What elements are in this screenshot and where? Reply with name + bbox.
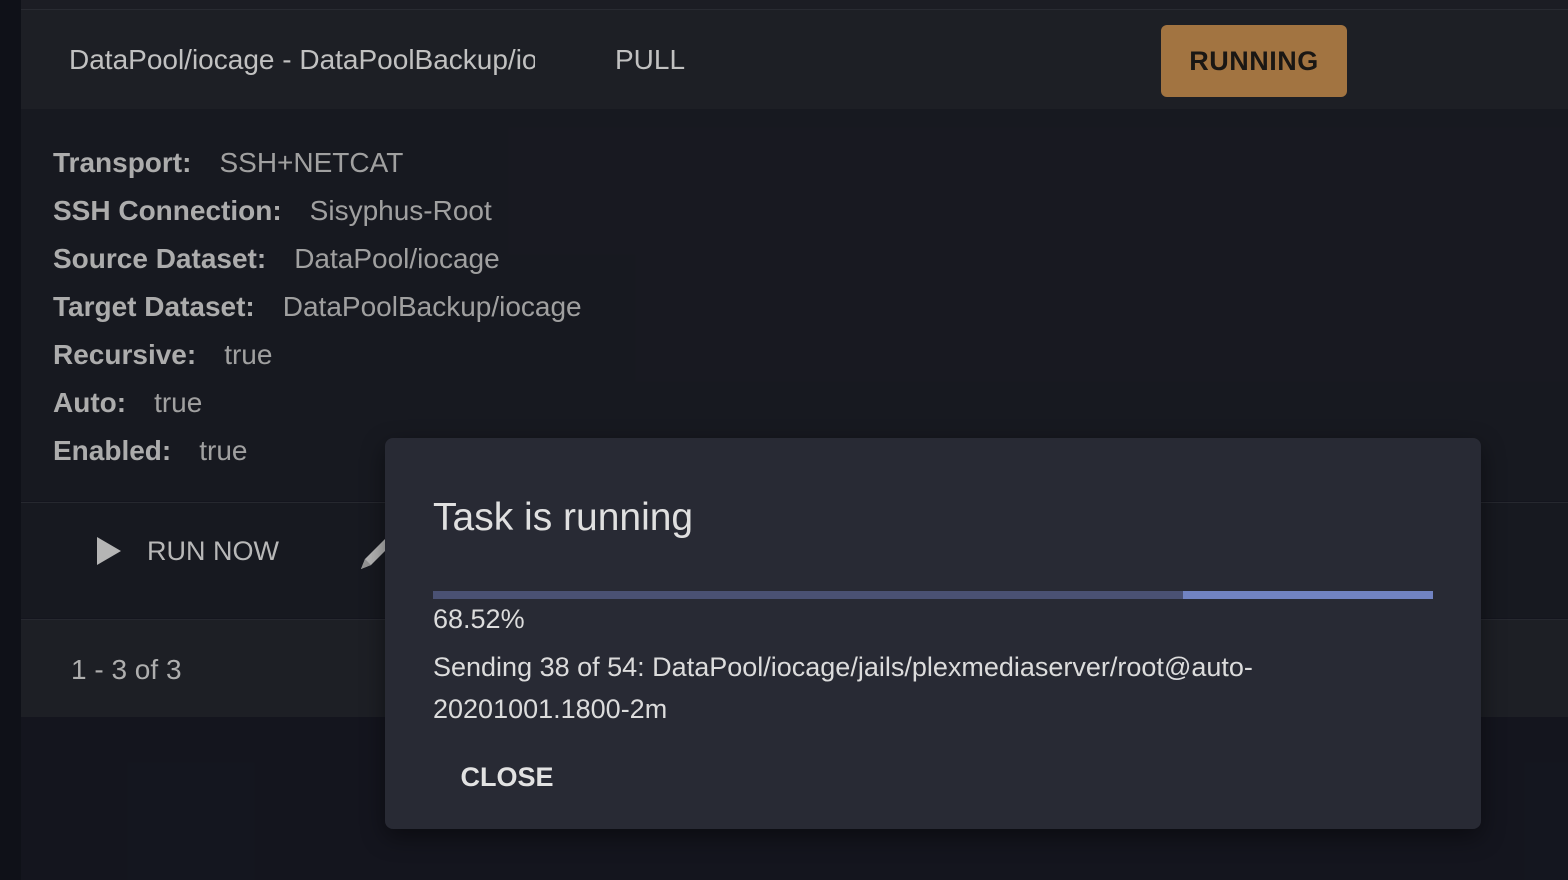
- progress-bar-fill: [433, 591, 1183, 599]
- progress-message: Sending 38 of 54: DataPool/iocage/jails/…: [433, 652, 1253, 724]
- close-button[interactable]: CLOSE: [445, 756, 569, 798]
- progress-bar-remaining: [1183, 591, 1433, 599]
- progress-percent: 68.52%: [433, 604, 525, 634]
- replication-tasks-page: DataPool/iocage - DataPoolBackup/iocage …: [0, 0, 1568, 880]
- dialog-title: Task is running: [433, 496, 694, 539]
- progress-bar: [433, 591, 1433, 599]
- task-running-dialog: Task is running 68.52% Sending 38 of 54:…: [385, 438, 1481, 829]
